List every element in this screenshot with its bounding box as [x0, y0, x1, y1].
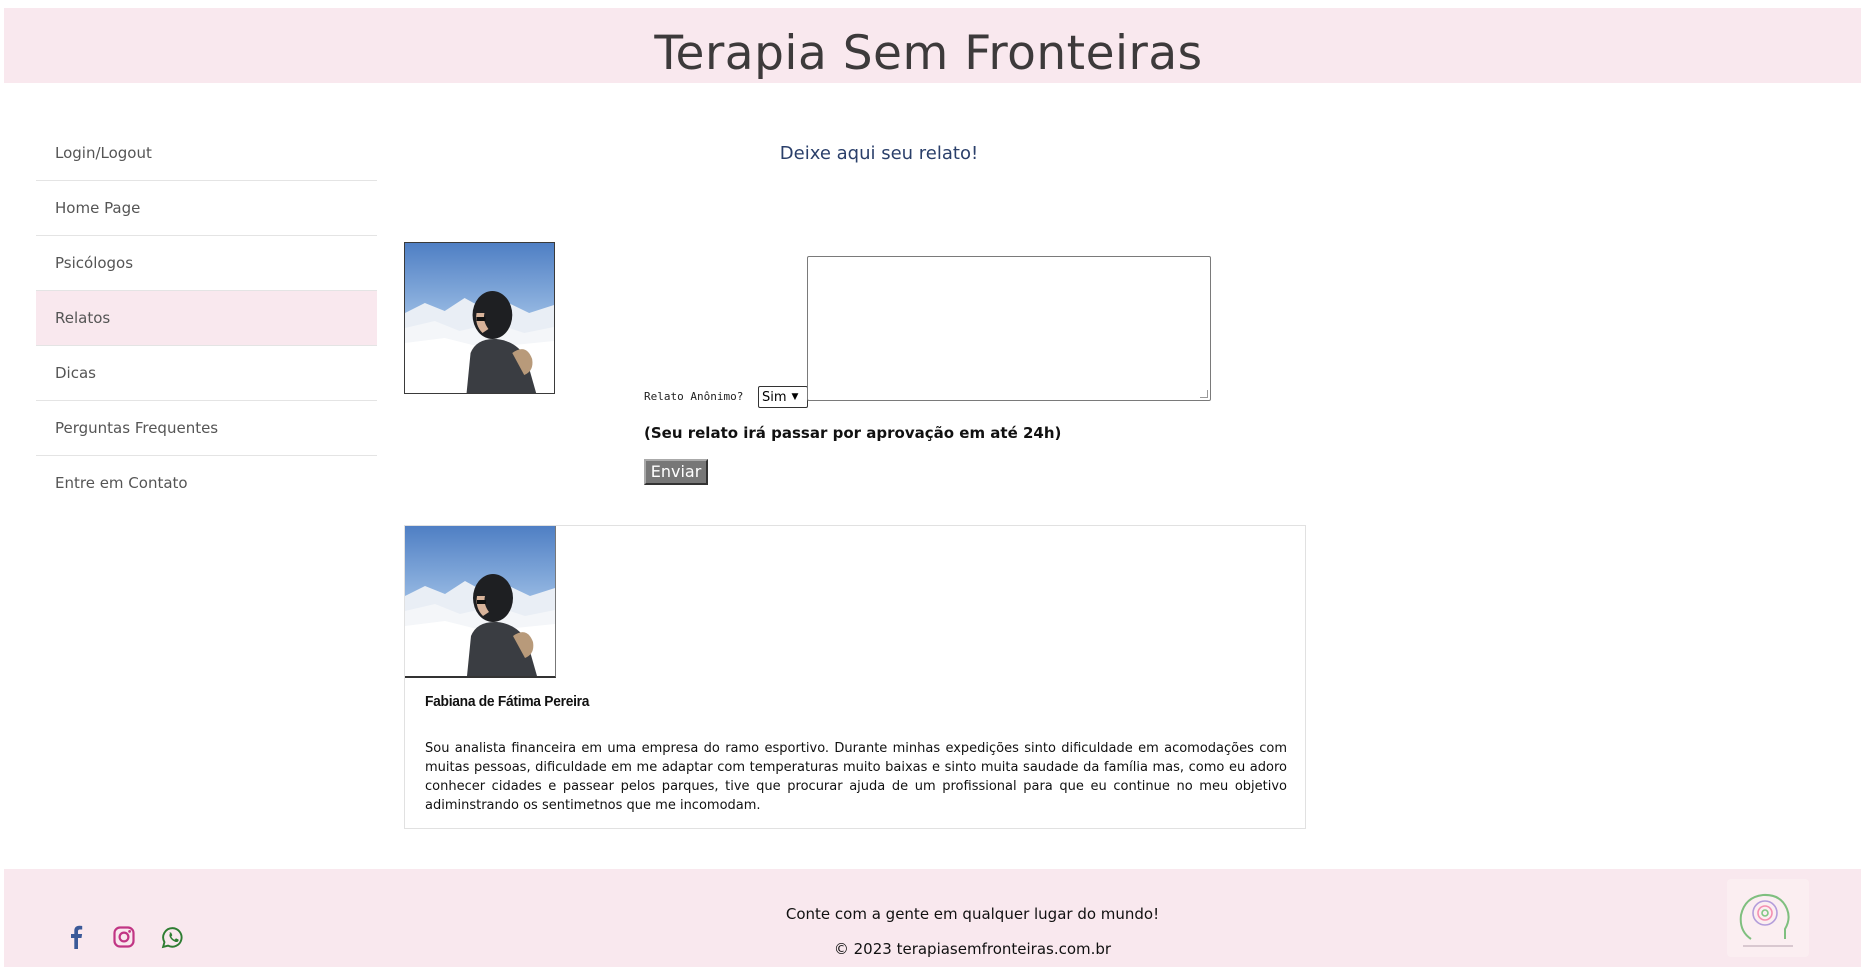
footer-copyright: © 2023 terapiasemfronteiras.com.br — [833, 940, 1112, 958]
footer-tagline: Conte com a gente em qualquer lugar do m… — [785, 905, 1160, 923]
testimonial-author-name: Fabiana de Fátima Pereira — [425, 693, 590, 710]
site-title: Terapia Sem Fronteiras — [654, 26, 1203, 81]
approval-note: (Seu relato irá passar por aprovação em … — [644, 424, 1062, 442]
sidebar-item-login-logout[interactable]: Login/Logout — [36, 126, 377, 181]
site-footer: Conte com a gente em qualquer lugar do m… — [4, 869, 1861, 967]
anonymous-select-value: Sim — [762, 389, 787, 405]
user-avatar-photo — [404, 242, 555, 394]
anonymous-select[interactable]: Sim ▼ — [758, 386, 808, 408]
submit-button[interactable]: Enviar — [644, 459, 708, 485]
relato-textarea[interactable] — [807, 256, 1211, 401]
chevron-down-icon: ▼ — [791, 392, 799, 402]
testimonial-text: Sou analista financeira em uma empresa d… — [425, 741, 1287, 813]
sidebar-nav: Login/Logout Home Page Psicólogos Relato… — [36, 126, 377, 511]
testimonial-card: Fabiana de Fátima Pereira Sou analista f… — [404, 525, 1306, 829]
form-title: Deixe aqui seu relato! — [779, 143, 979, 164]
resize-handle-icon[interactable] — [1200, 390, 1208, 398]
sidebar-item-home-page[interactable]: Home Page — [36, 181, 377, 236]
brand-logo-icon — [1727, 879, 1809, 957]
testimonial-photo — [405, 526, 556, 678]
anonymous-label: Relato Anônimo? — [644, 390, 744, 403]
sidebar-item-dicas[interactable]: Dicas — [36, 346, 377, 401]
sidebar-item-psicologos[interactable]: Psicólogos — [36, 236, 377, 291]
sidebar-item-perguntas-frequentes[interactable]: Perguntas Frequentes — [36, 401, 377, 456]
sidebar-item-relatos[interactable]: Relatos — [36, 291, 377, 346]
sidebar-item-entre-em-contato[interactable]: Entre em Contato — [36, 456, 377, 511]
site-header: Terapia Sem Fronteiras — [4, 8, 1861, 83]
